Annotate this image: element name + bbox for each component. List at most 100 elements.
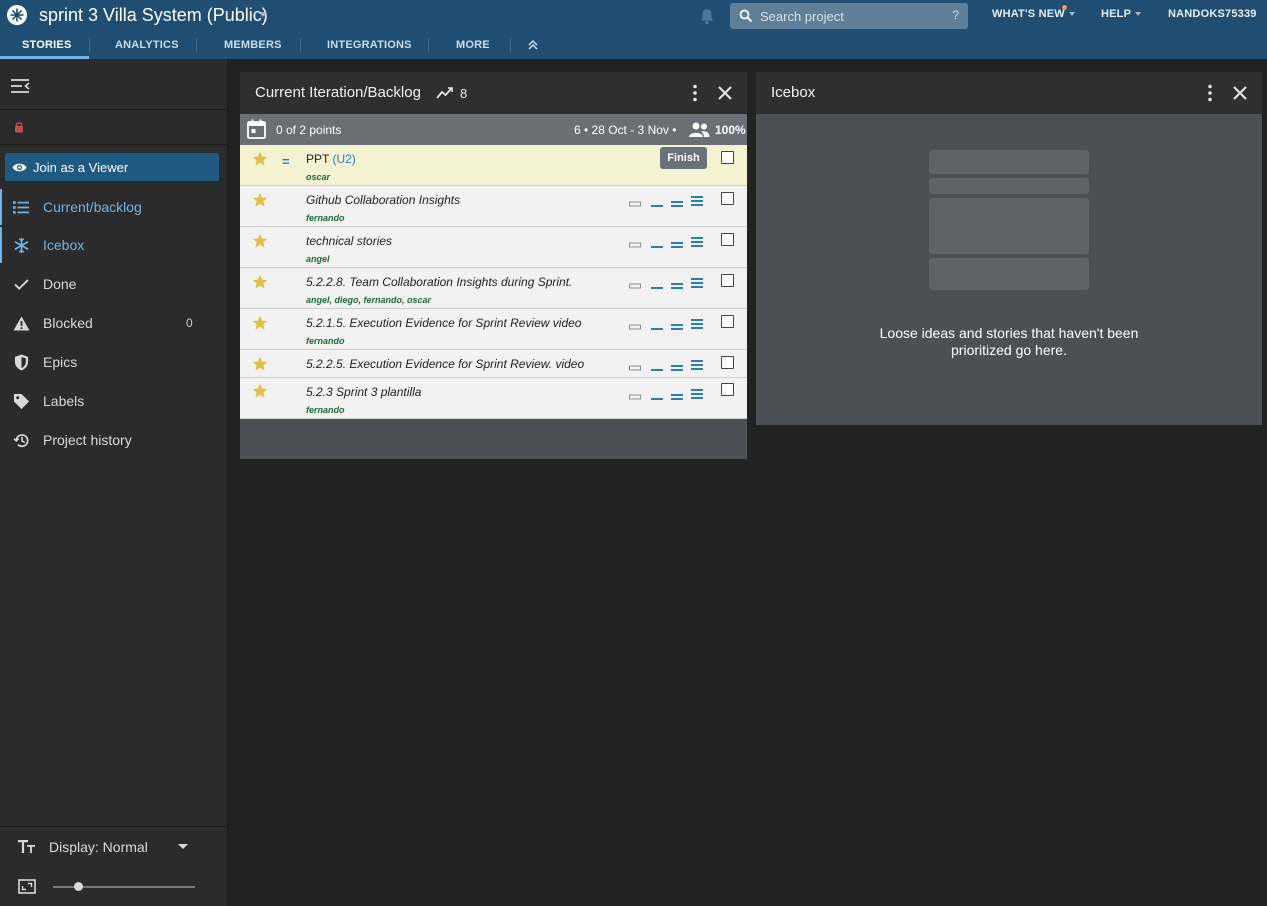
story-row[interactable]: 5.2.2.8. Team Collaboration Insights dur…	[240, 268, 747, 309]
divider	[0, 826, 228, 827]
estimate-0-icon[interactable]	[629, 391, 641, 401]
story-row[interactable]: 5.2.3 Sprint 3 plantilla fernando	[240, 378, 747, 419]
panel-menu-icon[interactable]	[1208, 84, 1212, 102]
story-checkbox[interactable]	[721, 383, 734, 396]
estimate-2-icon[interactable]	[671, 321, 683, 331]
story-title[interactable]: PPT (U2)	[306, 152, 356, 166]
tab-integrations[interactable]: INTEGRATIONS	[327, 39, 412, 51]
join-as-viewer-button[interactable]: Join as a Viewer	[5, 153, 219, 181]
app-logo-icon[interactable]	[7, 5, 27, 25]
story-row[interactable]: 5.2.1.5. Execution Evidence for Sprint R…	[240, 309, 747, 350]
divider	[0, 109, 228, 110]
sidebar-item-blocked[interactable]: Blocked 0	[0, 305, 227, 341]
help-menu[interactable]: HELP	[1101, 8, 1142, 20]
story-checkbox[interactable]	[721, 356, 734, 369]
sidebar-item-project-history[interactable]: Project history	[0, 422, 227, 458]
estimate-1-icon[interactable]	[651, 280, 663, 290]
estimate-0-icon[interactable]	[629, 239, 641, 249]
estimate-3-icon[interactable]	[691, 359, 703, 372]
sidebar-item-current-backlog[interactable]: Current/backlog	[0, 189, 227, 225]
story-title[interactable]: 5.2.3 Sprint 3 plantilla	[306, 385, 421, 399]
backlog-panel: Current Iteration/Backlog 8 0 of 2 point…	[240, 72, 747, 459]
estimate-1-icon[interactable]	[651, 321, 663, 331]
estimate-2-icon[interactable]	[671, 239, 683, 249]
sidebar-item-label: Done	[43, 276, 77, 292]
estimate-1-icon[interactable]	[651, 239, 663, 249]
story-title[interactable]: Github Collaboration Insights	[306, 193, 460, 207]
estimate-3-icon[interactable]	[691, 318, 703, 331]
shield-icon	[12, 353, 30, 371]
estimate-3-icon[interactable]	[691, 388, 703, 401]
sidebar-item-labels[interactable]: Labels	[0, 383, 227, 419]
star-icon	[252, 151, 268, 166]
story-code: (U2)	[332, 152, 356, 166]
estimate-0-icon[interactable]	[629, 198, 641, 208]
notifications-bell-icon[interactable]	[699, 8, 715, 25]
story-checkbox[interactable]	[721, 151, 734, 164]
collapse-header-icon[interactable]	[527, 38, 539, 52]
panel-menu-icon[interactable]	[693, 84, 697, 102]
finish-button[interactable]: Finish	[660, 147, 707, 169]
star-icon	[252, 383, 268, 398]
zoom-control	[0, 875, 228, 897]
story-checkbox[interactable]	[721, 192, 734, 205]
sidebar-item-label: Project history	[43, 432, 132, 448]
estimate-1-icon[interactable]	[651, 362, 663, 372]
estimate-2-icon[interactable]	[671, 391, 683, 401]
tab-members[interactable]: MEMBERS	[224, 39, 282, 51]
whats-new-menu[interactable]: WHAT'S NEW	[992, 8, 1075, 20]
sidebar-item-epics[interactable]: Epics	[0, 344, 227, 380]
story-row[interactable]: = PPT (U2) oscar Finish	[240, 145, 747, 186]
estimate-equal-icon: =	[282, 154, 290, 169]
fit-screen-icon[interactable]	[18, 879, 36, 894]
iteration-points: 0 of 2 points	[276, 123, 342, 137]
story-checkbox[interactable]	[721, 274, 734, 287]
estimate-3-icon[interactable]	[691, 236, 703, 249]
tab-more[interactable]: MORE	[456, 39, 490, 51]
sidebar-item-label: Blocked	[43, 315, 93, 331]
estimate-0-icon[interactable]	[629, 321, 641, 331]
story-row[interactable]: technical stories angel	[240, 227, 747, 268]
zoom-slider-handle[interactable]	[74, 882, 84, 891]
search-box[interactable]: ?	[730, 3, 968, 29]
sidebar-toggle-icon[interactable]	[11, 78, 31, 94]
story-row[interactable]: 5.2.2.5. Execution Evidence for Sprint R…	[240, 350, 747, 378]
display-density-select[interactable]: Display: Normal	[0, 835, 228, 859]
project-switcher-caret-icon[interactable]	[259, 12, 267, 17]
estimate-0-icon[interactable]	[629, 362, 641, 372]
estimate-2-icon[interactable]	[671, 198, 683, 208]
estimate-1-icon[interactable]	[651, 198, 663, 208]
story-title[interactable]: 5.2.2.5. Execution Evidence for Sprint R…	[306, 357, 584, 371]
chevron-down-icon	[178, 844, 188, 849]
story-row[interactable]: Github Collaboration Insights fernando	[240, 186, 747, 227]
project-title[interactable]: sprint 3 Villa System (Public)	[39, 5, 268, 26]
velocity-trend-icon[interactable]	[436, 86, 454, 100]
estimate-0-icon[interactable]	[629, 280, 641, 290]
eye-icon	[12, 163, 27, 171]
star-icon	[252, 233, 268, 248]
estimate-2-icon[interactable]	[671, 362, 683, 372]
search-input[interactable]	[760, 7, 950, 25]
close-panel-icon[interactable]	[717, 85, 733, 101]
estimate-3-icon[interactable]	[691, 195, 703, 208]
story-owners: fernando	[306, 213, 345, 223]
story-checkbox[interactable]	[721, 315, 734, 328]
sidebar-item-icebox[interactable]: Icebox	[0, 227, 227, 263]
close-panel-icon[interactable]	[1232, 85, 1248, 101]
estimate-1-icon[interactable]	[651, 391, 663, 401]
panel-title: Current Iteration/Backlog	[255, 84, 421, 101]
tab-divider	[300, 38, 301, 52]
team-strength-icon[interactable]	[688, 122, 710, 137]
story-title[interactable]: 5.2.2.8. Team Collaboration Insights dur…	[306, 275, 572, 289]
star-icon	[252, 274, 268, 289]
tab-analytics[interactable]: ANALYTICS	[115, 39, 179, 51]
estimate-3-icon[interactable]	[691, 277, 703, 290]
user-menu[interactable]: NANDOKS75339	[1168, 8, 1257, 20]
story-title[interactable]: 5.2.1.5. Execution Evidence for Sprint R…	[306, 316, 581, 330]
search-help-icon[interactable]: ?	[952, 8, 959, 22]
tab-stories[interactable]: STORIES	[22, 39, 72, 51]
story-title[interactable]: technical stories	[306, 234, 392, 248]
sidebar-item-done[interactable]: Done	[0, 266, 227, 302]
story-checkbox[interactable]	[721, 233, 734, 246]
estimate-2-icon[interactable]	[671, 280, 683, 290]
